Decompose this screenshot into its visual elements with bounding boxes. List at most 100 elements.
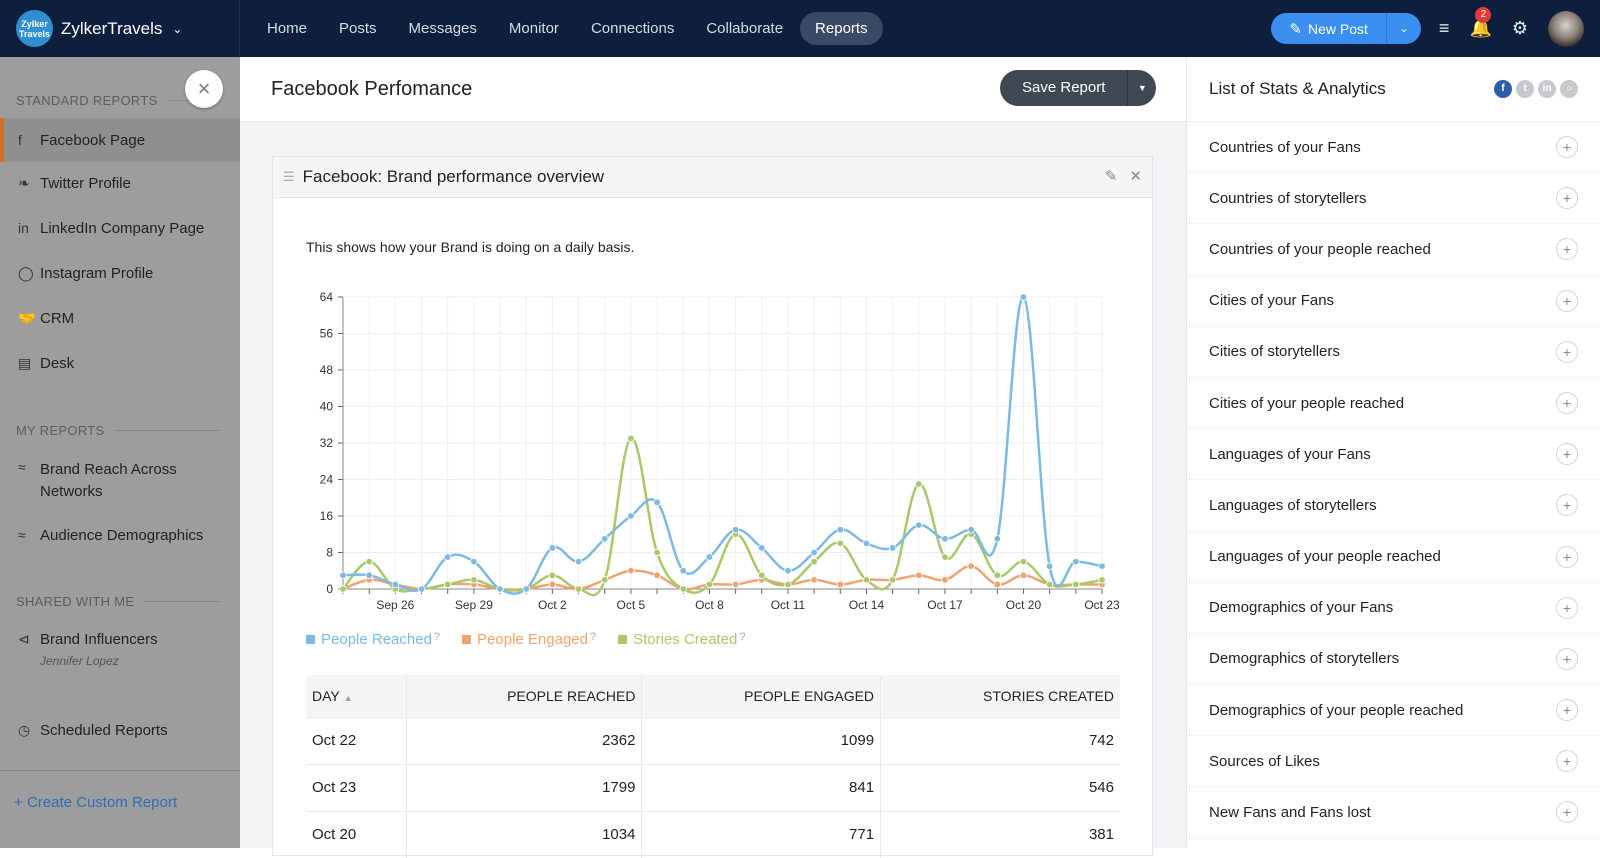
drag-handle-icon[interactable]: ☰ <box>283 169 295 185</box>
x-tick-label: Oct 14 <box>849 598 885 612</box>
add-plus-icon[interactable]: + <box>1556 750 1578 773</box>
close-icon[interactable]: ✕ <box>1129 167 1142 185</box>
data-point-people-engaged <box>548 580 557 589</box>
plus-icon: + <box>14 794 27 811</box>
menu-lines-icon[interactable]: ≡ <box>1439 18 1450 39</box>
top-navigation-bar: Zylker Travels ZylkerTravels ⌄ Home Post… <box>0 0 1600 57</box>
instagram-icon[interactable]: ○ <box>1560 80 1578 98</box>
notifications-bell-icon[interactable]: 🔔 2 <box>1469 7 1492 39</box>
add-plus-icon[interactable]: + <box>1556 699 1578 722</box>
new-post-dropdown[interactable]: ⌄ <box>1387 22 1421 35</box>
data-point-people-engaged <box>915 571 923 580</box>
stats-list-item[interactable]: Sources of Likes + <box>1187 736 1600 788</box>
data-point-people-reached <box>705 553 714 561</box>
cell-day: Oct 22 <box>306 716 406 764</box>
save-report-dropdown[interactable]: ▼ <box>1128 83 1156 93</box>
add-plus-icon[interactable]: + <box>1556 443 1578 466</box>
add-plus-icon[interactable]: + <box>1556 545 1578 568</box>
stats-item-label: Countries of your Fans <box>1209 138 1361 156</box>
brand-switcher[interactable]: Zylker Travels ZylkerTravels ⌄ <box>0 0 240 57</box>
nav-posts[interactable]: Posts <box>324 12 392 45</box>
data-point-people-reached <box>862 539 871 548</box>
nav-monitor[interactable]: Monitor <box>494 12 574 45</box>
stats-list-item[interactable]: Countries of storytellers + <box>1187 173 1600 225</box>
stats-list-item[interactable]: Countries of your Fans + <box>1187 122 1600 174</box>
legend-stories-created[interactable]: Stories Created ? <box>618 631 745 648</box>
stats-list-item[interactable]: Countries of your people reached + <box>1187 224 1600 276</box>
nav-connections[interactable]: Connections <box>576 12 689 45</box>
column-header-people-reached[interactable]: PEOPLE REACHED <box>405 675 642 717</box>
add-plus-icon[interactable]: + <box>1556 136 1578 158</box>
help-icon[interactable]: ? <box>590 631 596 643</box>
new-post-button[interactable]: ✎ New Post <box>1271 13 1387 44</box>
sidebar-item-desk[interactable]: ▤ Desk <box>0 355 240 372</box>
sort-ascending-icon[interactable]: ▲ <box>344 693 353 703</box>
column-header-people-engaged[interactable]: PEOPLE ENGAGED <box>641 675 881 717</box>
legend-swatch <box>618 635 628 644</box>
stats-analytics-panel: List of Stats & Analytics f t in ○ Count… <box>1186 57 1600 848</box>
data-point-people-engaged <box>653 571 661 580</box>
sidebar-item-audience-demographics[interactable]: ≈ Audience Demographics <box>0 527 240 544</box>
create-custom-report-link[interactable]: + Create Custom Report <box>14 794 177 811</box>
nav-collaborate[interactable]: Collaborate <box>691 12 798 45</box>
gear-icon[interactable]: ⚙ <box>1512 18 1528 39</box>
nav-messages[interactable]: Messages <box>394 12 492 45</box>
data-point-stories-created <box>574 585 583 593</box>
stats-list-item[interactable]: Cities of your Fans + <box>1187 276 1600 327</box>
save-report-button[interactable]: Save Report <box>1000 70 1129 106</box>
add-plus-icon[interactable]: + <box>1556 289 1578 312</box>
stats-list-item[interactable]: Demographics of your people reached + <box>1187 685 1600 737</box>
sidebar-item-facebook-page[interactable]: f Facebook Page <box>0 118 240 162</box>
sidebar-item-brand-influencers[interactable]: ⊲ Brand Influencers Jennifer Lopez <box>0 631 240 668</box>
handshake-icon: 🤝 <box>18 310 36 326</box>
add-plus-icon[interactable]: + <box>1556 647 1578 670</box>
new-post-button-group: ✎ New Post ⌄ <box>1271 13 1421 44</box>
stats-list-item[interactable]: Cities of storytellers + <box>1187 327 1600 378</box>
nav-home[interactable]: Home <box>252 12 322 45</box>
twitter-icon[interactable]: t <box>1516 80 1534 98</box>
sidebar-item-brand-reach[interactable]: ≈ Brand Reach Across Networks <box>0 459 200 503</box>
stats-list-item[interactable]: Languages of storytellers + <box>1187 480 1600 532</box>
stats-list-item[interactable]: Languages of your Fans + <box>1187 429 1600 481</box>
legend-people-reached[interactable]: People Reached ? <box>306 631 440 648</box>
stats-list-item[interactable]: Languages of your people reached + <box>1187 532 1600 583</box>
sidebar-item-crm[interactable]: 🤝 CRM <box>0 310 240 327</box>
desk-icon: ▤ <box>18 355 32 371</box>
add-plus-icon[interactable]: + <box>1556 596 1578 619</box>
add-plus-icon[interactable]: + <box>1556 238 1578 261</box>
stats-list-item[interactable]: New Fans and Fans lost + <box>1187 787 1600 839</box>
linkedin-icon[interactable]: in <box>1538 80 1556 98</box>
trend-icon: ≈ <box>18 527 26 543</box>
sidebar-item-instagram-profile[interactable]: ◯ Instagram Profile <box>0 265 240 282</box>
nav-reports[interactable]: Reports <box>800 12 883 45</box>
stats-list-item[interactable]: Cities of your people reached + <box>1187 378 1600 430</box>
help-icon[interactable]: ? <box>434 631 440 643</box>
facebook-icon[interactable]: f <box>1494 80 1512 98</box>
help-icon[interactable]: ? <box>739 631 745 643</box>
y-tick-label: 16 <box>320 509 334 523</box>
add-plus-icon[interactable]: + <box>1556 391 1578 414</box>
data-point-people-engaged <box>1019 571 1028 580</box>
main-nav: Home Posts Messages Monitor Connections … <box>252 0 885 57</box>
sidebar-item-scheduled-reports[interactable]: ◷ Scheduled Reports <box>0 722 240 739</box>
legend-people-engaged[interactable]: People Engaged ? <box>462 631 596 648</box>
close-sidebar-button[interactable]: × <box>185 70 223 108</box>
data-point-people-reached <box>1098 562 1106 570</box>
edit-pencil-icon[interactable]: ✎ <box>1105 167 1118 185</box>
column-header-stories-created[interactable]: STORIES CREATED <box>880 675 1120 717</box>
add-plus-icon[interactable]: + <box>1556 801 1578 824</box>
user-avatar[interactable] <box>1548 10 1584 47</box>
stats-item-label: Languages of your people reached <box>1209 548 1441 566</box>
cell-people-engaged: 771 <box>641 810 881 858</box>
sidebar-item-label: Audience Demographics <box>40 527 204 544</box>
stats-list-item[interactable]: Demographics of storytellers + <box>1187 634 1600 686</box>
sidebar-item-twitter-profile[interactable]: ❧ Twitter Profile <box>0 175 240 192</box>
add-plus-icon[interactable]: + <box>1556 187 1578 210</box>
section-shared-with-me: SHARED WITH ME <box>16 594 220 609</box>
add-plus-icon[interactable]: + <box>1556 340 1578 363</box>
stats-list-item[interactable]: Demographics of your Fans + <box>1187 583 1600 634</box>
add-plus-icon[interactable]: + <box>1556 494 1578 517</box>
sidebar-item-linkedin-company-page[interactable]: in LinkedIn Company Page <box>0 220 240 237</box>
sidebar-item-label: Facebook Page <box>40 131 146 149</box>
column-header-day[interactable]: DAY ▲ <box>306 675 406 717</box>
